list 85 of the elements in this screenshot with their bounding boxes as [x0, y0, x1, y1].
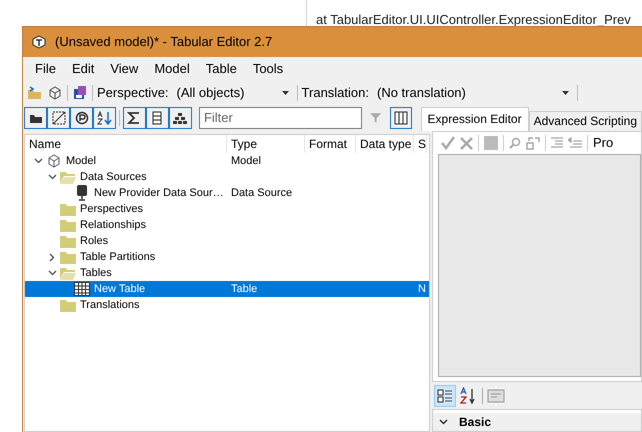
log-text: at TabularEditor.UI.UIController.ExpressionEditor_Prev — [316, 11, 631, 29]
perspective-dropdown[interactable]: (All objects) — [172, 83, 293, 103]
node-name: Table Partitions — [80, 250, 156, 265]
menu-item[interactable]: Edit — [64, 57, 102, 81]
hierarchy-icon — [173, 112, 188, 124]
toolbar-toggle[interactable] — [24, 107, 47, 129]
folder-icon — [60, 250, 76, 264]
expand-chevron-icon[interactable] — [49, 252, 55, 262]
translation-dropdown[interactable]: (No translation) — [372, 83, 573, 103]
tab[interactable]: Expression Editor — [420, 107, 529, 131]
cube-icon[interactable] — [47, 85, 63, 101]
toolbar-toggle[interactable] — [70, 107, 93, 129]
tab[interactable]: Advanced Scripting — [528, 111, 642, 131]
toolbar-toggle[interactable] — [47, 107, 70, 129]
menu-item[interactable]: File — [27, 57, 64, 81]
tree-row[interactable]: Data Sources — [25, 169, 429, 185]
translation-label: Translation: — [302, 84, 369, 102]
letter-p-icon — [74, 111, 88, 125]
menu-item[interactable]: View — [102, 57, 146, 81]
node-name: New Table — [94, 282, 146, 297]
window-title: (Unsaved model)* - Tabular Editor 2.7 — [55, 33, 272, 52]
tree-row[interactable]: New Provider Data Sour… Data Source — [25, 185, 429, 201]
filter-field[interactable]: Filter — [200, 108, 362, 128]
collapse-chevron-icon[interactable] — [34, 158, 42, 164]
folder-icon — [60, 218, 76, 232]
menu-item[interactable]: Table — [198, 57, 245, 81]
table-cell: Table — [231, 282, 258, 295]
column-header[interactable]: Data type — [356, 135, 414, 153]
perspective-label: Perspective: — [97, 84, 169, 102]
categorized-toggle[interactable] — [434, 385, 456, 408]
checkmark-icon[interactable] — [441, 136, 455, 150]
toolbar-toggle[interactable] — [168, 107, 192, 129]
folder-icon — [60, 202, 76, 216]
menu-item[interactable]: Model — [146, 57, 198, 81]
hidden-icon — [52, 111, 66, 125]
table-cell: Data Source — [231, 186, 292, 199]
tree-row[interactable]: Roles — [25, 233, 429, 249]
column-header[interactable]: Type — [227, 135, 305, 153]
server-icon — [77, 185, 87, 201]
node-name: Translations — [80, 298, 140, 313]
tree-row[interactable]: Model Model — [25, 153, 429, 169]
column-header[interactable]: S — [414, 135, 427, 153]
collapse-chevron-icon[interactable] — [438, 419, 448, 425]
tree-row[interactable]: Relationships — [25, 217, 429, 233]
node-name: Relationships — [80, 218, 146, 233]
folder-icon — [28, 112, 42, 124]
node-name: Perspectives — [80, 202, 143, 217]
open-folder-icon — [60, 170, 76, 184]
table-cell: Model — [231, 154, 261, 167]
node-name: Model — [66, 154, 96, 169]
cube-icon — [47, 154, 61, 168]
open-folder-icon[interactable] — [27, 85, 43, 101]
table-icon — [74, 282, 90, 296]
categorized-icon — [437, 388, 453, 404]
dropdown-arrow-icon — [562, 91, 569, 95]
node-name: Tables — [80, 266, 112, 281]
column-header[interactable]: Name — [25, 135, 227, 153]
toolbar-toggle[interactable] — [93, 107, 116, 129]
tree-row[interactable]: Tables — [25, 265, 429, 281]
toolbar-label: Pro — [593, 134, 614, 152]
column-header[interactable]: Format — [305, 135, 356, 153]
sigma-icon — [127, 111, 142, 125]
app-icon — [31, 34, 47, 50]
folder-icon — [60, 234, 76, 248]
node-name: New Provider Data Sour… — [94, 186, 224, 201]
sort-icon — [96, 111, 112, 125]
column-icon — [152, 111, 162, 125]
node-name: Data Sources — [80, 170, 147, 185]
tree-row[interactable]: Perspectives — [25, 201, 429, 217]
tree-row[interactable]: Table Partitions — [25, 249, 429, 265]
menu-item[interactable]: Tools — [244, 57, 292, 81]
dropdown-arrow-icon — [282, 91, 289, 95]
open-folder-icon — [60, 266, 76, 280]
category-label: Basic — [459, 414, 492, 431]
columns-icon — [394, 111, 408, 125]
save-icon[interactable] — [72, 85, 88, 101]
toolbar-toggle[interactable] — [122, 107, 146, 129]
collapse-chevron-icon[interactable] — [48, 174, 56, 180]
node-name: Roles — [80, 234, 108, 249]
toolbar-toggle[interactable] — [146, 107, 169, 129]
columns-toggle[interactable] — [390, 107, 412, 129]
collapse-chevron-icon[interactable] — [48, 270, 56, 276]
tree-row[interactable]: New Table Table N — [25, 281, 429, 297]
tree-row[interactable]: Translations — [25, 297, 429, 313]
table-cell: N — [418, 282, 426, 295]
